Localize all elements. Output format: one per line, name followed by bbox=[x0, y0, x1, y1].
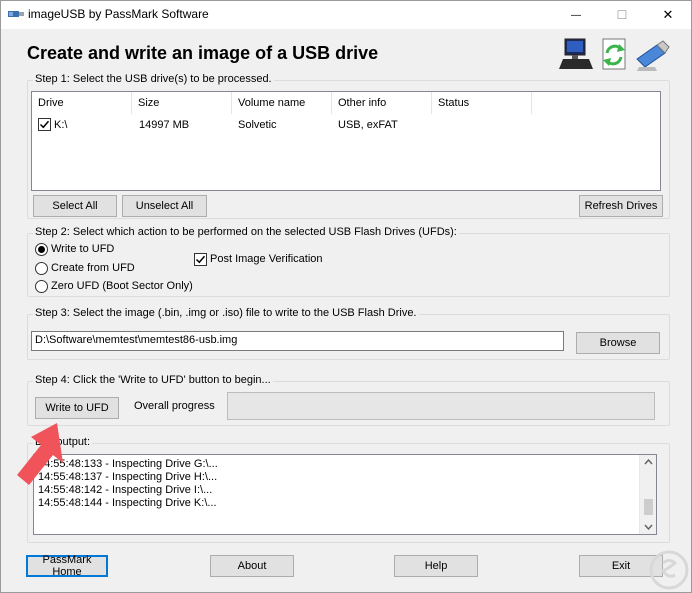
red-arrow-icon bbox=[17, 423, 63, 485]
column-drive[interactable]: Drive bbox=[32, 92, 132, 114]
log-output[interactable]: 14:55:48:133 - Inspecting Drive G:\... 1… bbox=[33, 454, 657, 535]
column-other-info[interactable]: Other info bbox=[332, 92, 432, 114]
step3-legend: Step 3: Select the image (.bin, .img or … bbox=[33, 307, 419, 319]
overall-progress-bar bbox=[227, 392, 655, 420]
refresh-drives-button[interactable]: Refresh Drives bbox=[579, 195, 663, 217]
create-from-ufd-label[interactable]: Create from UFD bbox=[51, 262, 135, 274]
step4-legend: Step 4: Click the 'Write to UFD' button … bbox=[33, 374, 273, 386]
about-button[interactable]: About bbox=[210, 555, 294, 577]
computer-icon bbox=[559, 38, 593, 69]
drive-list[interactable]: Drive Size Volume name Other info Status… bbox=[31, 91, 661, 191]
step2-legend: Step 2: Select which action to be perfor… bbox=[33, 226, 459, 238]
drive-checkbox[interactable] bbox=[38, 118, 51, 131]
image-path-input[interactable]: D:\Software\memtest\memtest86-usb.img bbox=[31, 331, 564, 351]
browse-button[interactable]: Browse bbox=[576, 332, 660, 354]
step1-legend: Step 1: Select the USB drive(s) to be pr… bbox=[33, 73, 274, 85]
drive-volume-name: Solvetic bbox=[238, 119, 277, 131]
watermark-logo bbox=[649, 550, 689, 590]
scroll-down-icon[interactable] bbox=[644, 524, 653, 530]
post-image-verification-checkbox[interactable] bbox=[194, 253, 207, 266]
select-all-button[interactable]: Select All bbox=[33, 195, 117, 217]
log-scrollbar[interactable] bbox=[639, 455, 656, 534]
step4-group: Step 4: Click the 'Write to UFD' button … bbox=[27, 374, 670, 426]
drive-other-info: USB, exFAT bbox=[338, 119, 398, 131]
post-image-verification-label[interactable]: Post Image Verification bbox=[210, 253, 323, 265]
title-bar: imageUSB by PassMark Software — ☐ ✕ bbox=[1, 1, 691, 29]
log-group: Log output: 14:55:48:133 - Inspecting Dr… bbox=[27, 436, 670, 543]
maximize-button[interactable]: ☐ bbox=[599, 1, 645, 29]
overall-progress-label: Overall progress bbox=[134, 400, 215, 412]
scroll-up-icon[interactable] bbox=[644, 459, 653, 465]
close-button[interactable]: ✕ bbox=[645, 1, 691, 29]
usb-drive-icon bbox=[636, 40, 670, 71]
close-icon: ✕ bbox=[662, 7, 674, 22]
write-to-ufd-label[interactable]: Write to UFD bbox=[51, 243, 114, 255]
refresh-document-icon bbox=[602, 38, 626, 70]
step2-group: Step 2: Select which action to be perfor… bbox=[27, 226, 670, 297]
column-size[interactable]: Size bbox=[132, 92, 232, 114]
app-window: imageUSB by PassMark Software — ☐ ✕ Crea… bbox=[0, 0, 692, 593]
maximize-icon: ☐ bbox=[616, 8, 628, 22]
checkmark-icon bbox=[39, 120, 50, 129]
drive-letter: K:\ bbox=[54, 119, 68, 131]
write-to-ufd-button[interactable]: Write to UFD bbox=[35, 397, 119, 419]
minimize-icon: — bbox=[571, 9, 581, 21]
drive-size: 14997 MB bbox=[139, 119, 190, 131]
unselect-all-button[interactable]: Unselect All bbox=[122, 195, 207, 217]
help-button[interactable]: Help bbox=[394, 555, 478, 577]
drive-row[interactable]: K:\ 14997 MB Solvetic USB, exFAT bbox=[32, 116, 660, 134]
column-status[interactable]: Status bbox=[432, 92, 532, 114]
zero-ufd-label[interactable]: Zero UFD (Boot Sector Only) bbox=[51, 280, 193, 292]
scroll-thumb[interactable] bbox=[644, 499, 653, 515]
create-from-ufd-radio[interactable] bbox=[35, 262, 48, 275]
step1-group: Step 1: Select the USB drive(s) to be pr… bbox=[27, 73, 670, 219]
app-usb-icon bbox=[8, 11, 24, 17]
write-to-ufd-radio[interactable] bbox=[35, 243, 48, 256]
minimize-button[interactable]: — bbox=[553, 1, 599, 29]
drive-list-header: Drive Size Volume name Other info Status bbox=[32, 92, 660, 114]
step3-group: Step 3: Select the image (.bin, .img or … bbox=[27, 307, 670, 360]
header-icons bbox=[559, 38, 670, 71]
passmark-home-button[interactable]: PassMark Home bbox=[26, 554, 108, 578]
checkmark-icon bbox=[195, 255, 206, 264]
window-title: imageUSB by PassMark Software bbox=[28, 7, 209, 21]
column-volume-name[interactable]: Volume name bbox=[232, 92, 332, 114]
log-line: 14:55:48:144 - Inspecting Drive K:\... bbox=[38, 497, 217, 509]
page-heading: Create and write an image of a USB drive bbox=[27, 43, 379, 63]
zero-ufd-radio[interactable] bbox=[35, 280, 48, 293]
